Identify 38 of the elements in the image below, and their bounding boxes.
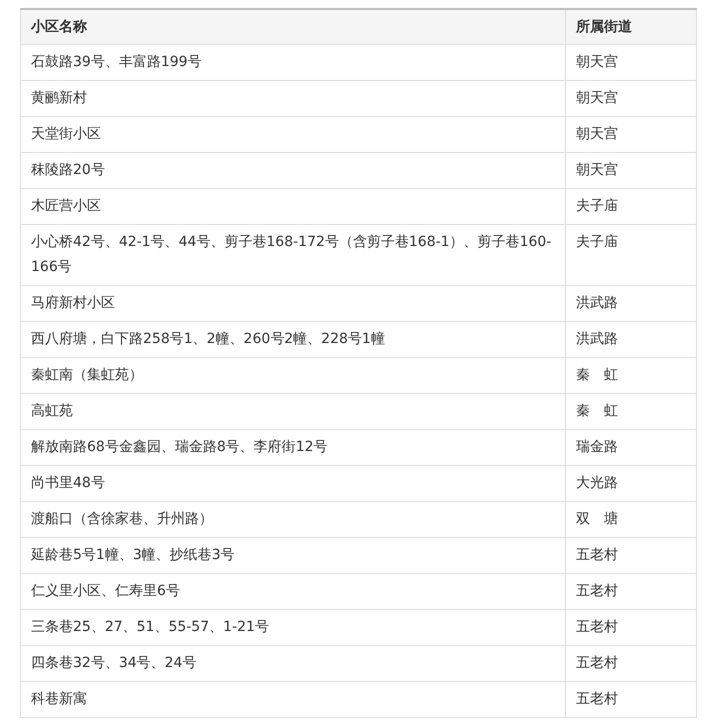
table-cell: 科巷新寓	[20, 682, 566, 718]
table-cell: 延龄巷5号1幢、3幢、抄纸巷3号	[20, 538, 566, 574]
table-cell: 五老村	[566, 682, 696, 718]
table-cell: 高虹苑	[20, 394, 566, 430]
table-cell: 洪武路	[566, 286, 696, 322]
table-cell: 夫子庙	[566, 224, 696, 286]
table-cell: 石鼓路39号、丰富路199号	[20, 44, 566, 80]
table-cell: 朝天宫	[566, 116, 696, 152]
table-cell: 朝天宫	[566, 80, 696, 116]
column-header: 小区名称	[20, 9, 566, 44]
table-cell: 秦虹南（集虹苑）	[20, 358, 566, 394]
table-cell: 五老村	[566, 538, 696, 574]
table-cell: 尚书里48号	[20, 466, 566, 502]
table-cell: 瑞金路	[566, 430, 696, 466]
table-cell: 天堂街小区	[20, 116, 566, 152]
table-cell: 双 塘	[566, 502, 696, 538]
table-cell: 渡船口（含徐家巷、升州路）	[20, 502, 566, 538]
table-cell: 五老村	[566, 646, 696, 682]
table-cell: 小心桥42号、42-1号、44号、剪子巷168-172号（含剪子巷168-1）、剪子巷160-166号	[20, 224, 566, 286]
column-header: 所属街道	[566, 9, 696, 44]
table-cell: 解放南路68号金鑫园、瑞金路8号、李府街12号	[20, 430, 566, 466]
table-cell: 黄鹂新村	[20, 80, 566, 116]
table-cell: 秦 虹	[566, 394, 696, 430]
table-cell: 秦 虹	[566, 358, 696, 394]
table-cell: 五老村	[566, 574, 696, 610]
table-cell: 西八府塘，白下路258号1、2幢、260号2幢、228号1幢	[20, 322, 566, 358]
table-cell: 朝天宫	[566, 152, 696, 188]
table-cell: 五老村	[566, 610, 696, 646]
table-cell: 四条巷32号、34号、24号	[20, 646, 566, 682]
table-cell: 大光路	[566, 466, 696, 502]
table-cell: 马府新村小区	[20, 286, 566, 322]
table-cell: 三条巷25、27、51、55-57、1-21号	[20, 610, 566, 646]
table-cell: 木匠营小区	[20, 188, 566, 224]
table-cell: 洪武路	[566, 322, 696, 358]
table-cell: 仁义里小区、仁寿里6号	[20, 574, 566, 610]
table-cell: 夫子庙	[566, 188, 696, 224]
table-cell: 朝天宫	[566, 44, 696, 80]
table-cell: 秣陵路20号	[20, 152, 566, 188]
